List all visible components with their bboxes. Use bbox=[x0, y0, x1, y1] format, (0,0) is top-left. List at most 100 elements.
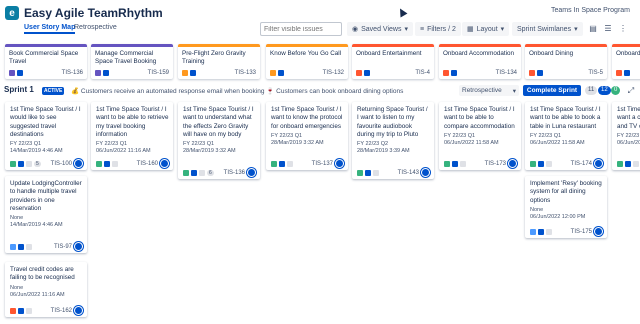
feature-key[interactable]: TIS-132 bbox=[323, 70, 344, 76]
epic-icon bbox=[182, 70, 188, 76]
priority-icon bbox=[103, 70, 109, 76]
retrospective-select[interactable]: Retrospective ▾ bbox=[459, 85, 519, 96]
card-date: 06/Jun/2022 12:00 PM bbox=[530, 213, 586, 220]
avatar[interactable] bbox=[74, 159, 83, 168]
issue-key[interactable]: TIS-136 bbox=[224, 170, 245, 176]
feature-row: Book Commercial Space Travel TIS-136 Manag… bbox=[0, 44, 640, 80]
list-icon[interactable]: ☰ bbox=[603, 23, 613, 33]
epic-icon bbox=[270, 70, 276, 76]
card-footer: TIS-175 bbox=[530, 227, 603, 236]
feature-card[interactable]: Know Before You Go Call TIS-132 bbox=[266, 44, 348, 79]
issue-key[interactable]: TIS-173 bbox=[485, 161, 506, 167]
feature-meta: TIS-5 bbox=[529, 69, 603, 76]
search-box[interactable] bbox=[260, 22, 342, 36]
avatar[interactable] bbox=[74, 242, 83, 251]
feature-card[interactable]: Onboard Entertainment TIS-4 bbox=[352, 44, 434, 79]
feature-card[interactable]: Manage Commercial Space Travel Booking TI… bbox=[91, 44, 173, 79]
feature-card[interactable]: Book Commercial Space Travel TIS-136 bbox=[5, 44, 87, 79]
chevron-down-icon: ▾ bbox=[500, 26, 505, 33]
saved-views-label: Saved Views bbox=[361, 25, 402, 33]
card-sprint: FY 22/23 Q1 bbox=[183, 141, 215, 148]
card-date: 14/Mar/2019 4:46 AM bbox=[10, 222, 63, 229]
priority-icon bbox=[451, 70, 457, 76]
program-name[interactable]: Teams In Space Program bbox=[551, 7, 630, 14]
priority-icon bbox=[18, 244, 24, 250]
story-card[interactable]: 1st Time Space Tourist / I want to be ab… bbox=[91, 102, 173, 170]
issue-type-icon bbox=[10, 161, 16, 167]
avatar[interactable] bbox=[247, 168, 256, 177]
feature-key[interactable]: TIS-159 bbox=[148, 70, 169, 76]
more-icon[interactable]: ⋮ bbox=[618, 23, 628, 33]
priority-icon bbox=[452, 161, 458, 167]
card-sprint: None bbox=[530, 206, 544, 213]
priority-icon bbox=[625, 161, 631, 167]
feature-card[interactable]: Onboard Accommodation TIS-134 bbox=[439, 44, 521, 79]
issue-key[interactable]: TIS-175 bbox=[571, 229, 592, 235]
chevron-down-icon: ▾ bbox=[512, 88, 516, 95]
avatar[interactable] bbox=[74, 306, 83, 315]
expand-icon[interactable]: ⤢ bbox=[626, 86, 636, 96]
complete-sprint-button[interactable]: Complete Sprint bbox=[523, 85, 581, 96]
feature-key[interactable]: TIS-133 bbox=[235, 70, 256, 76]
story-card[interactable]: 1st Time Space Tourist / I would like to… bbox=[5, 102, 87, 170]
filters-button[interactable]: ≡ Filters / 2 bbox=[415, 22, 461, 36]
feature-card[interactable]: Onboard Commu TIS- bbox=[612, 44, 640, 79]
story-card[interactable]: 1st Time Space Tourist / I want to know … bbox=[266, 102, 348, 170]
issue-key[interactable]: TIS-97 bbox=[54, 244, 72, 250]
issue-type-icon bbox=[530, 161, 536, 167]
feature-title: Know Before You Go Call bbox=[270, 50, 342, 57]
issue-key[interactable]: TIS-174 bbox=[571, 161, 592, 167]
todo-count: 11 bbox=[585, 86, 598, 95]
card-sprint: FY 22/23 Q1 bbox=[530, 132, 562, 139]
story-card[interactable]: 1st Time Space Tourist / I want a choice… bbox=[612, 102, 640, 170]
avatar[interactable] bbox=[508, 159, 517, 168]
story-card[interactable]: 1st Time Space Tourist / I want to under… bbox=[178, 102, 260, 179]
issue-key[interactable]: TIS-160 bbox=[137, 161, 158, 167]
story-card[interactable]: 1st Time Space Tourist / I want to be ab… bbox=[439, 102, 521, 170]
epic-icon bbox=[9, 70, 15, 76]
layout-button[interactable]: ▦ Layout ▾ bbox=[462, 22, 510, 36]
priority-icon bbox=[365, 170, 371, 176]
story-card[interactable]: Returning Space Tourist / I want to list… bbox=[352, 102, 434, 179]
avatar[interactable] bbox=[160, 159, 169, 168]
saved-views-button[interactable]: ◉ Saved Views ▾ bbox=[347, 22, 413, 36]
swimlanes-button[interactable]: Sprint Swimlanes ▾ bbox=[512, 22, 583, 36]
issue-key[interactable]: TIS-143 bbox=[398, 170, 419, 176]
card-sprint: FY 22/23 Q1 bbox=[10, 141, 42, 148]
avatar[interactable] bbox=[335, 159, 344, 168]
sprint-goals: 💰 Customers receive an automated respons… bbox=[71, 88, 404, 95]
done-count: 0 bbox=[611, 86, 621, 95]
issue-key[interactable]: TIS-137 bbox=[312, 161, 333, 167]
sprint-name[interactable]: Sprint 1 bbox=[4, 85, 34, 94]
avatar[interactable] bbox=[594, 159, 603, 168]
tab-retrospective[interactable]: Retrospective bbox=[74, 24, 117, 31]
avatar[interactable] bbox=[421, 168, 430, 177]
feature-title: Pre-Flight Zero Gravity Training bbox=[182, 50, 246, 65]
report-icon[interactable]: ▤ bbox=[588, 23, 598, 33]
card-title: Travel credit codes are failing to be re… bbox=[10, 266, 75, 282]
feature-key[interactable]: TIS-5 bbox=[588, 70, 603, 76]
story-card[interactable]: Travel credit codes are failing to be re… bbox=[5, 262, 87, 317]
story-card[interactable]: Implement 'Resy' booking system for all … bbox=[525, 176, 607, 238]
search-input[interactable] bbox=[264, 25, 338, 33]
issue-key[interactable]: TIS-162 bbox=[51, 308, 72, 314]
feature-key[interactable]: TIS-134 bbox=[496, 70, 517, 76]
card-title: Returning Space Tourist / I want to list… bbox=[357, 106, 428, 138]
priority-icon bbox=[538, 161, 544, 167]
avatar[interactable] bbox=[594, 227, 603, 236]
issue-key[interactable]: TIS-100 bbox=[51, 161, 72, 167]
feature-card[interactable]: Onboard Dining TIS-5 bbox=[525, 44, 607, 79]
story-card[interactable]: 1st Time Space Tourist / I want to be ab… bbox=[525, 102, 607, 170]
chevron-down-icon: ▾ bbox=[574, 26, 578, 33]
status-icon bbox=[460, 161, 466, 167]
feature-key[interactable]: TIS-136 bbox=[62, 70, 83, 76]
story-card[interactable]: Update LodgingController to handle multi… bbox=[5, 176, 87, 253]
issue-type-icon bbox=[271, 161, 277, 167]
layout-icon: ▦ bbox=[467, 26, 474, 33]
priority-icon bbox=[104, 161, 110, 167]
feature-card[interactable]: Pre-Flight Zero Gravity Training TIS-133 bbox=[178, 44, 260, 79]
issue-type-icon bbox=[617, 161, 623, 167]
feature-key[interactable]: TIS-4 bbox=[415, 70, 430, 76]
tab-user-story-map[interactable]: User Story Map bbox=[24, 24, 76, 34]
card-title: 1st Time Space Tourist / I want to be ab… bbox=[96, 106, 169, 138]
